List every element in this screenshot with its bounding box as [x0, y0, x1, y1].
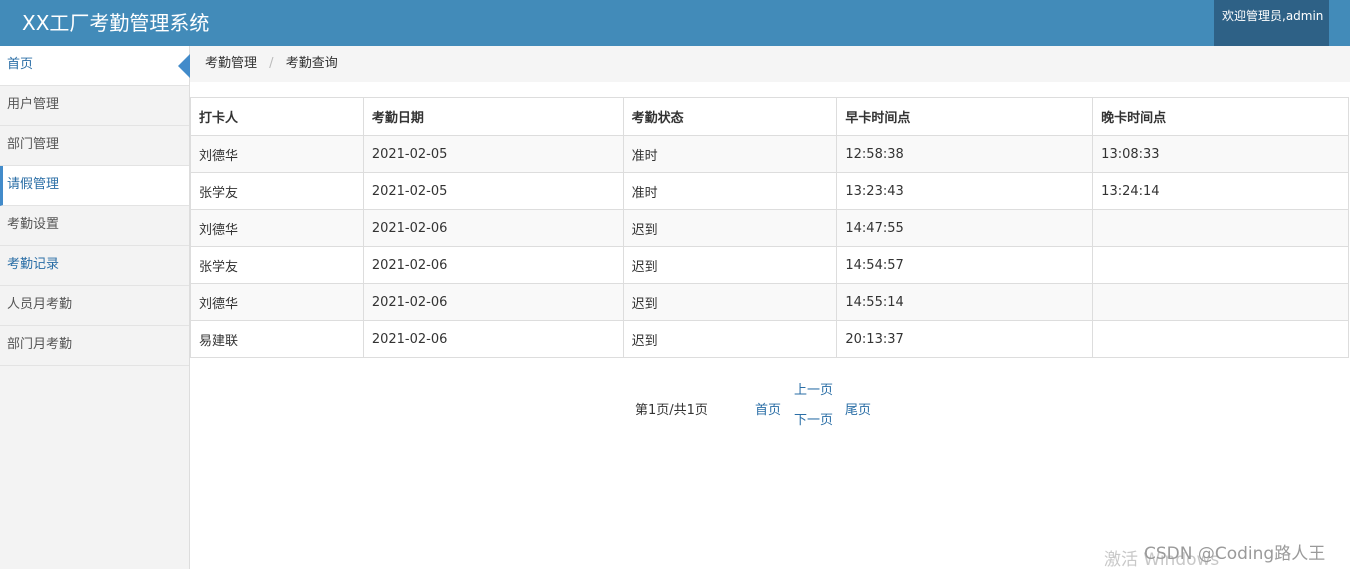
breadcrumb-separator: / — [269, 56, 274, 71]
column-header: 考勤状态 — [622, 97, 838, 136]
app-title: XX工厂考勤管理系统 — [22, 11, 210, 35]
first-page-link[interactable]: 首页 — [755, 399, 781, 418]
breadcrumb-parent[interactable]: 考勤管理 — [205, 56, 257, 71]
sidebar-item-label: 请假管理 — [7, 177, 60, 192]
sidebar-item-label: 用户管理 — [7, 97, 60, 112]
cell-date: 2021-02-06 — [362, 246, 624, 284]
cell-status: 迟到 — [622, 209, 838, 247]
sidebar-item-attendance-records[interactable]: 考勤记录 — [0, 246, 189, 286]
sidebar: 首页 用户管理 部门管理 请假管理 考勤设置 考勤记录 人员月考勤 部门月考勤 — [0, 46, 190, 569]
cell-person: 刘德华 — [190, 209, 364, 247]
sidebar-item-home[interactable]: 首页 — [0, 46, 190, 86]
sidebar-item-label: 首页 — [7, 57, 34, 72]
sidebar-item-label: 考勤记录 — [7, 257, 60, 272]
column-header: 晚卡时间点 — [1092, 97, 1349, 136]
table-row: 刘德华 2021-02-06 迟到 14:47:55 — [190, 209, 1349, 247]
sidebar-item-attendance-settings[interactable]: 考勤设置 — [0, 206, 189, 246]
sidebar-item-label: 人员月考勤 — [7, 297, 73, 312]
cell-evening-time — [1092, 320, 1349, 358]
table-header-row: 打卡人 考勤日期 考勤状态 早卡时间点 晚卡时间点 — [190, 97, 1349, 136]
cell-morning-time: 20:13:37 — [836, 320, 1094, 358]
cell-date: 2021-02-06 — [362, 209, 624, 247]
cell-date: 2021-02-06 — [362, 283, 624, 321]
cell-status: 准时 — [622, 135, 838, 173]
sidebar-item-label: 部门管理 — [7, 137, 60, 152]
sidebar-item-departments[interactable]: 部门管理 — [0, 126, 189, 166]
last-page-link[interactable]: 尾页 — [845, 399, 871, 418]
attendance-table: 打卡人 考勤日期 考勤状态 早卡时间点 晚卡时间点 刘德华 2021-02-05… — [190, 97, 1349, 358]
cell-morning-time: 14:54:57 — [836, 246, 1094, 284]
cell-evening-time — [1092, 209, 1349, 247]
cell-date: 2021-02-05 — [362, 172, 624, 210]
prev-page-link[interactable]: 上一页 — [794, 379, 833, 398]
sidebar-item-person-monthly[interactable]: 人员月考勤 — [0, 286, 189, 326]
cell-evening-time: 13:08:33 — [1092, 135, 1349, 173]
breadcrumb: 考勤管理 / 考勤查询 — [190, 46, 1350, 82]
cell-morning-time: 12:58:38 — [836, 135, 1094, 173]
cell-person: 张学友 — [190, 246, 364, 284]
table-row: 张学友 2021-02-05 准时 13:23:43 13:24:14 — [190, 172, 1349, 210]
sidebar-item-label: 考勤设置 — [7, 217, 60, 232]
cell-morning-time: 13:23:43 — [836, 172, 1094, 210]
active-arrow-icon — [178, 54, 190, 78]
sidebar-item-leave[interactable]: 请假管理 — [0, 166, 189, 206]
column-header: 考勤日期 — [362, 97, 624, 136]
sidebar-item-dept-monthly[interactable]: 部门月考勤 — [0, 326, 189, 366]
cell-person: 刘德华 — [190, 283, 364, 321]
user-greeting[interactable]: 欢迎管理员,admin — [1214, 0, 1329, 46]
table-row: 张学友 2021-02-06 迟到 14:54:57 — [190, 246, 1349, 284]
column-header: 打卡人 — [190, 97, 364, 136]
cell-evening-time — [1092, 246, 1349, 284]
top-bar: XX工厂考勤管理系统 欢迎管理员,admin — [0, 0, 1350, 46]
cell-person: 刘德华 — [190, 135, 364, 173]
table-row: 刘德华 2021-02-06 迟到 14:55:14 — [190, 283, 1349, 321]
sidebar-item-label: 部门月考勤 — [7, 337, 73, 352]
next-page-link[interactable]: 下一页 — [794, 409, 833, 428]
cell-evening-time — [1092, 283, 1349, 321]
cell-person: 易建联 — [190, 320, 364, 358]
cell-evening-time: 13:24:14 — [1092, 172, 1349, 210]
cell-status: 准时 — [622, 172, 838, 210]
table-row: 易建联 2021-02-06 迟到 20:13:37 — [190, 320, 1349, 358]
cell-date: 2021-02-06 — [362, 320, 624, 358]
cell-morning-time: 14:55:14 — [836, 283, 1094, 321]
table-row: 刘德华 2021-02-05 准时 12:58:38 13:08:33 — [190, 135, 1349, 173]
cell-date: 2021-02-05 — [362, 135, 624, 173]
csdn-watermark: CSDN @Coding路人王 — [1144, 544, 1326, 564]
column-header: 早卡时间点 — [836, 97, 1094, 136]
cell-status: 迟到 — [622, 283, 838, 321]
cell-status: 迟到 — [622, 246, 838, 284]
cell-status: 迟到 — [622, 320, 838, 358]
cell-person: 张学友 — [190, 172, 364, 210]
page-info: 第1页/共1页 — [635, 403, 708, 418]
breadcrumb-current: 考勤查询 — [285, 56, 338, 71]
cell-morning-time: 14:47:55 — [836, 209, 1094, 247]
sidebar-item-users[interactable]: 用户管理 — [0, 86, 189, 126]
